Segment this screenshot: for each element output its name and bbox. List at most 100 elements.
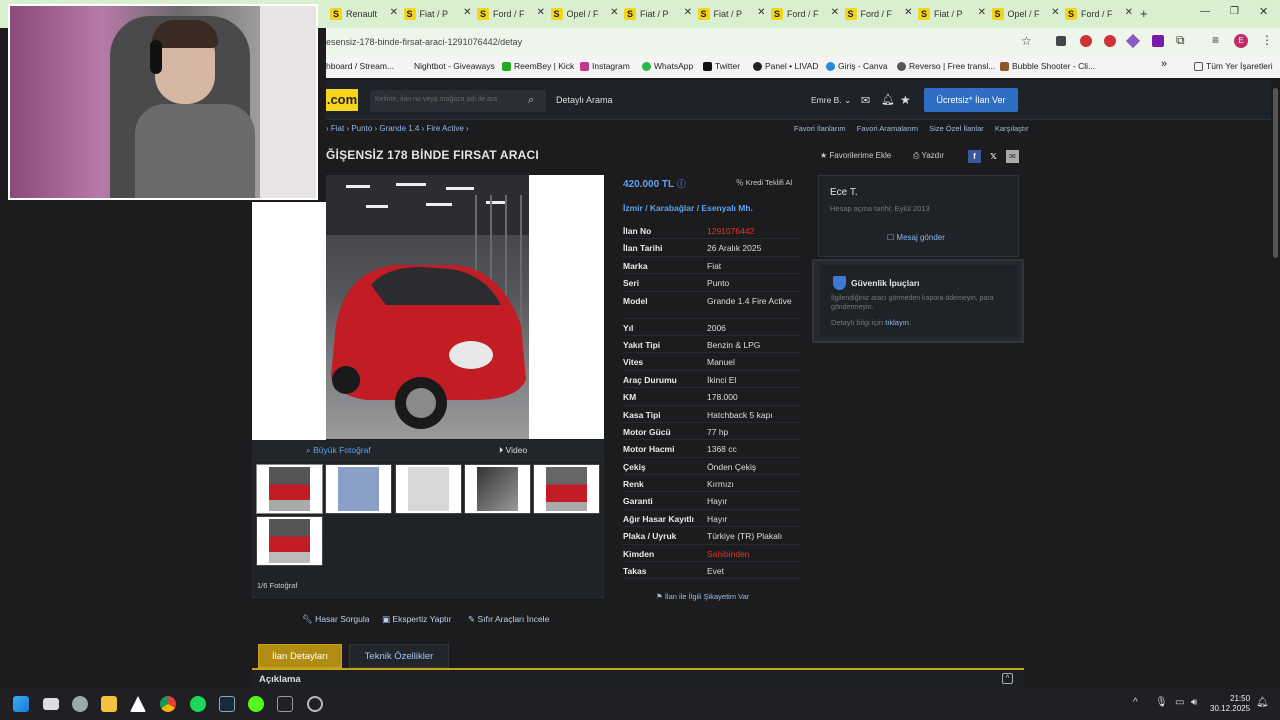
location[interactable]: İzmir / Karabağlar / Esenyalı Mh. xyxy=(623,203,753,213)
extension-icon[interactable] xyxy=(1104,35,1116,47)
x-twitter-icon[interactable]: 𝕏 xyxy=(987,150,1000,163)
bookmark-item[interactable]: hboard / Stream... xyxy=(326,61,394,71)
notification-icon[interactable]: 🔔︎ xyxy=(1256,697,1269,708)
steam-icon[interactable] xyxy=(219,696,235,712)
system-clock[interactable]: 21:50 30.12.2025 xyxy=(1210,694,1250,714)
thumbnail[interactable] xyxy=(256,516,323,566)
app-icon[interactable] xyxy=(130,696,146,712)
page-scrollbar[interactable] xyxy=(1271,80,1280,689)
thumbnail[interactable] xyxy=(464,464,531,514)
thumbnail[interactable] xyxy=(325,464,392,514)
credit-offer-link[interactable]: ％ Kredi Teklifi Al xyxy=(736,177,792,188)
favorites-star-icon[interactable]: ★ xyxy=(900,93,911,107)
favorite-listings-link[interactable]: Favori İlanlarım xyxy=(794,124,846,133)
browser-tab[interactable]: S Ford / F ✕ xyxy=(844,4,917,24)
messages-icon[interactable]: ✉ xyxy=(861,94,870,107)
tab-technical-specs[interactable]: Teknik Özellikler xyxy=(349,644,449,668)
volume-icon[interactable]: 🔊︎ xyxy=(1191,697,1197,708)
tray-chevron-icon[interactable]: ^ xyxy=(1133,697,1138,708)
advanced-search-link[interactable]: Detaylı Arama xyxy=(556,95,613,105)
expertise-button[interactable]: ▣ Ekspertiz Yaptır xyxy=(382,614,452,625)
thumbnail[interactable] xyxy=(395,464,462,514)
microphone-icon[interactable]: 🎙︎ xyxy=(1155,697,1168,708)
print-button[interactable]: ⎙ Yazdır xyxy=(913,151,944,161)
spotify-icon[interactable] xyxy=(190,696,206,712)
close-tab-icon[interactable]: ✕ xyxy=(831,7,839,18)
extension-icon[interactable] xyxy=(1080,35,1092,47)
close-tab-icon[interactable]: ✕ xyxy=(1125,7,1133,18)
thumbnail[interactable] xyxy=(256,464,323,514)
app-icon[interactable] xyxy=(248,696,264,712)
profile-avatar[interactable]: E xyxy=(1234,34,1248,48)
minimize-icon[interactable]: — xyxy=(1200,6,1210,17)
complaint-link[interactable]: ⚑ İlan ile İlgili Şikayetim Var xyxy=(656,592,749,601)
compare-link[interactable]: Karşılaştır xyxy=(995,124,1029,133)
close-window-icon[interactable]: ✕ xyxy=(1259,5,1268,18)
user-menu[interactable]: Emre B. ⌄ xyxy=(811,95,851,106)
browser-tab[interactable]: S Ford / F ✕ xyxy=(771,4,843,24)
bookmark-item[interactable]: Nightbot - Giveaways xyxy=(414,61,495,71)
task-view-icon[interactable] xyxy=(43,698,59,710)
close-tab-icon[interactable]: ✕ xyxy=(610,7,618,18)
bookmark-item[interactable]: ReemBey | Kick xyxy=(502,61,574,71)
close-tab-icon[interactable]: ✕ xyxy=(390,7,398,18)
browser-tab[interactable]: S Ford / F ✕ xyxy=(1065,4,1137,24)
post-listing-button[interactable]: Ücretsiz* İlan Ver xyxy=(924,88,1018,112)
browser-tab[interactable]: S Opel / F ✕ xyxy=(550,4,623,24)
windows-start-icon[interactable] xyxy=(13,696,29,712)
maximize-icon[interactable]: ❐ xyxy=(1230,6,1239,17)
search-icon[interactable]: ⌕ xyxy=(528,94,534,107)
breadcrumb[interactable]: › Fiat › Punto › Grande 1.4 › Fire Activ… xyxy=(326,124,469,133)
info-icon[interactable]: ⓘ xyxy=(677,179,686,189)
close-tab-icon[interactable]: ✕ xyxy=(684,7,692,18)
browser-tab[interactable]: S Renault ✕ xyxy=(330,4,402,24)
bookmark-star-icon[interactable]: ☆ xyxy=(1021,34,1032,48)
file-explorer-icon[interactable] xyxy=(101,696,117,712)
close-tab-icon[interactable]: ✕ xyxy=(757,7,765,18)
car-photo[interactable] xyxy=(326,175,529,439)
bookmark-item[interactable]: Panel • LIVAD xyxy=(753,61,818,71)
tab-listing-details[interactable]: İlan Detayları xyxy=(258,644,342,668)
thumbnail[interactable] xyxy=(533,464,600,514)
scrollbar-thumb[interactable] xyxy=(1273,88,1278,258)
browser-tab[interactable]: S Ford / F ✕ xyxy=(477,4,549,24)
address-bar[interactable]: esensiz-178-binde-firsat-araci-129107644… xyxy=(326,28,1280,56)
app-icon[interactable] xyxy=(277,696,293,712)
url-text[interactable]: esensiz-178-binde-firsat-araci-129107644… xyxy=(326,34,1046,50)
site-logo[interactable]: .com xyxy=(326,89,358,111)
video-button[interactable]: ⏵ Video xyxy=(499,445,527,456)
all-bookmarks[interactable]: Tüm Yer İşaretleri xyxy=(1194,61,1273,71)
app-icon[interactable] xyxy=(307,696,323,712)
close-tab-icon[interactable]: ✕ xyxy=(1051,7,1059,18)
new-cars-button[interactable]: ✎ Sıfır Araçları İncele xyxy=(468,614,549,625)
bookmark-item[interactable]: Bubble Shooter - Cli... xyxy=(1000,61,1095,71)
close-tab-icon[interactable]: ✕ xyxy=(904,7,912,18)
tab-search-icon[interactable]: ≡ xyxy=(1212,33,1219,47)
browser-tab[interactable]: S Fiat / P ✕ xyxy=(624,4,696,24)
bookmark-item[interactable]: Twitter xyxy=(703,61,740,71)
browser-tab[interactable]: S Opel / F ✕ xyxy=(991,4,1064,24)
special-listings-link[interactable]: Size Özel İlanlar xyxy=(929,124,984,133)
chrome-icon[interactable] xyxy=(160,696,176,712)
search-input[interactable]: Kelime, ilan no veya mağaza adı ile ara xyxy=(370,90,546,112)
notifications-bell-icon[interactable]: 🔔︎ xyxy=(881,93,895,106)
email-share-icon[interactable]: ✉ xyxy=(1006,150,1019,163)
more-bookmarks-icon[interactable]: » xyxy=(1161,58,1167,70)
menu-icon[interactable]: ⋮ xyxy=(1261,33,1273,47)
browser-tab[interactable]: S Fiat / P ✕ xyxy=(918,4,990,24)
browser-tab[interactable]: S Fiat / P ✕ xyxy=(697,4,770,24)
details-link[interactable]: tıklayın. xyxy=(885,318,911,327)
close-tab-icon[interactable]: ✕ xyxy=(463,7,471,18)
large-photo-button[interactable]: ⌕ Büyük Fotoğraf xyxy=(306,445,371,456)
send-message-button[interactable]: ☐ Mesaj gönder xyxy=(887,233,945,242)
bookmark-item[interactable]: Instagram xyxy=(580,61,630,71)
add-favorite-button[interactable]: ★ Favorilerime Ekle xyxy=(820,151,891,160)
favorite-searches-link[interactable]: Favori Aramalarım xyxy=(857,124,918,133)
browser-tab[interactable]: S Fiat / P ✕ xyxy=(403,4,476,24)
close-tab-icon[interactable]: ✕ xyxy=(537,7,545,18)
collapse-icon[interactable]: ^ xyxy=(1002,673,1013,684)
extensions-puzzle-icon[interactable]: ⧉ xyxy=(1176,33,1185,48)
settings-gear-icon[interactable] xyxy=(72,696,88,712)
bookmark-item[interactable]: Reverso | Free transl... xyxy=(897,61,995,71)
damage-query-button[interactable]: 🔧︎ Hasar Sorgula xyxy=(302,614,370,625)
